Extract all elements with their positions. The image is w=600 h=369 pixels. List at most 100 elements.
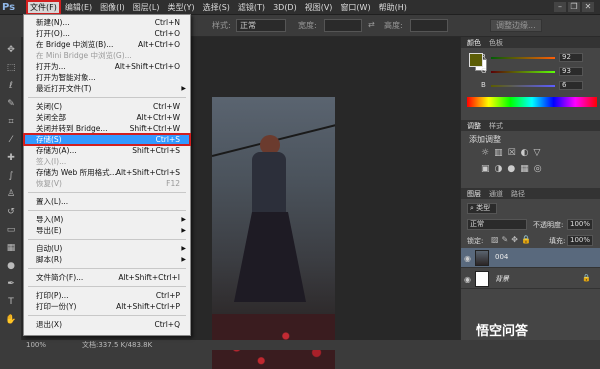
crop-tool-icon[interactable]: ⌗ [4,115,18,129]
file-menu-item[interactable]: 关闭全部 Alt+Ctrl+W [24,112,190,123]
adjustment-icons-row-1[interactable]: ☼▥☒◐▽ [481,148,545,158]
tab-adjustments[interactable]: 调整 [467,121,481,131]
red-value-field[interactable]: 92 [559,53,583,62]
menu-item[interactable]: 文件(F) [26,0,61,15]
menu-item-label: 最近打开文件(T) [36,84,92,93]
close-button[interactable]: ✕ [582,2,594,12]
file-menu-item[interactable]: 文件简介(F)... Alt+Shift+Ctrl+I [24,272,190,283]
menu-item-label: 自动(U) [36,244,63,253]
file-menu-item[interactable]: 存储(S) Ctrl+S [23,133,191,146]
submenu-arrow-icon: ▶ [181,245,186,252]
menu-separator [28,268,186,269]
menu-items: 文件(F) 编辑(E) 图像(I) 图层(L) 类型(Y) 选择(S) 滤镜(T) 3D(D)… [26,0,411,15]
layer-row-background[interactable]: ◉ 背景 🔒 [461,269,600,289]
style-label: 样式: [212,21,231,30]
move-tool-icon[interactable]: ✥ [4,43,18,57]
menu-item-shortcut: Ctrl+N [154,18,180,27]
quick-select-tool-icon[interactable]: ✎ [4,97,18,111]
file-menu-item[interactable]: 在 Bridge 中浏览(B)... Alt+Ctrl+O [24,39,190,50]
blue-channel-label: B [481,81,486,89]
file-menu-item[interactable]: 导入(M) ▶ [24,214,190,225]
file-menu-item[interactable]: 打印(P)... Ctrl+P [24,290,190,301]
file-menu-item[interactable]: 打开(O)... Ctrl+O [24,28,190,39]
menu-item[interactable]: 视图(V) [301,0,337,15]
lasso-tool-icon[interactable]: ℓ [4,79,18,93]
green-value-field[interactable]: 93 [559,67,583,76]
menu-item[interactable]: 帮助(H) [375,0,411,15]
menu-item[interactable]: 3D(D) [269,0,301,15]
menu-item[interactable]: 选择(S) [199,0,234,15]
blue-value-field[interactable]: 6 [559,81,583,90]
file-menu-item[interactable]: 存储为 Web 所用格式... Alt+Shift+Ctrl+S [24,167,190,178]
tab-paths[interactable]: 路径 [511,189,525,199]
height-label: 高度: [384,21,403,30]
stamp-tool-icon[interactable]: ♙ [4,187,18,201]
photoshop-logo: Ps [2,2,16,13]
adjustment-icons-row-2[interactable]: ▣◑●▦◎ [481,164,547,174]
submenu-arrow-icon: ▶ [181,227,186,234]
history-brush-tool-icon[interactable]: ↺ [4,205,18,219]
menu-item[interactable]: 编辑(E) [61,0,96,15]
file-menu-item[interactable]: 脚本(R) ▶ [24,254,190,265]
restore-button[interactable]: ❐ [568,2,580,12]
file-menu-item[interactable]: 存储为(A)... Shift+Ctrl+S [24,145,190,156]
file-menu-item[interactable]: 导出(E) ▶ [24,225,190,236]
layer-filter-select[interactable]: ⌕ 类型 [467,203,497,214]
watermark-text: 悟空问答 [476,324,529,339]
brush-tool-icon[interactable]: ∫ [4,169,18,183]
foreground-color-swatch[interactable] [469,53,483,67]
file-menu-item[interactable]: 打印一份(Y) Alt+Shift+Ctrl+P [24,301,190,312]
eraser-tool-icon[interactable]: ▭ [4,223,18,237]
menu-separator [28,239,186,240]
menu-bar: Ps 文件(F) 编辑(E) 图像(I) 图层(L) 类型(Y) 选择(S) 滤镜(T) 3D… [0,0,600,15]
add-adjustment-title: 添加调整 [469,135,501,144]
height-field[interactable] [410,19,448,32]
tab-styles[interactable]: 样式 [489,121,503,131]
file-menu-item[interactable]: 关闭并转到 Bridge... Shift+Ctrl+W [24,123,190,134]
tab-layers[interactable]: 图层 [467,189,481,199]
file-menu-item[interactable]: 最近打开文件(T) ▶ [24,83,190,94]
eye-icon[interactable]: ◉ [464,275,471,284]
tab-color[interactable]: 颜色 [467,38,481,48]
menu-item[interactable]: 窗口(W) [336,0,374,15]
healing-brush-tool-icon[interactable]: ✚ [4,151,18,165]
swap-icon[interactable]: ⇄ [368,20,375,29]
file-menu-item[interactable]: 打开为智能对象... [24,72,190,83]
opacity-field[interactable]: 100% [567,219,593,230]
menu-item-label: 文件简介(F)... [36,273,84,282]
file-menu-item[interactable]: 置入(L)... [24,196,190,207]
menu-item-label: 新建(N)... [36,18,70,27]
menu-item-label: 打开为智能对象... [36,73,96,82]
file-menu-item: 恢复(V) F12 [24,178,190,189]
fill-field[interactable]: 100% [567,235,593,246]
menu-item-shortcut: Ctrl+Q [154,320,180,329]
eyedropper-tool-icon[interactable]: ⁄ [4,133,18,147]
file-menu-item[interactable]: 新建(N)... Ctrl+N [24,17,190,28]
blur-tool-icon[interactable]: ● [4,259,18,273]
menu-item[interactable]: 图层(L) [129,0,164,15]
tab-swatches[interactable]: 色板 [489,38,503,48]
hand-tool-icon[interactable]: ✋ [4,313,18,327]
zoom-level[interactable]: 100% [26,340,46,350]
blend-mode-select[interactable]: 正常 [467,219,527,230]
file-menu-item[interactable]: 退出(X) Ctrl+Q [24,319,190,330]
eye-icon[interactable]: ◉ [464,254,471,263]
menu-item[interactable]: 滤镜(T) [234,0,269,15]
file-menu-item[interactable]: 自动(U) ▶ [24,243,190,254]
file-menu-item[interactable]: 关闭(C) Ctrl+W [24,101,190,112]
marquee-tool-icon[interactable]: ⬚ [4,61,18,75]
menu-item[interactable]: 图像(I) [96,0,129,15]
tab-channels[interactable]: 通道 [489,189,503,199]
width-field[interactable] [324,19,362,32]
pen-tool-icon[interactable]: ✒ [4,277,18,291]
gradient-tool-icon[interactable]: ▦ [4,241,18,255]
type-tool-icon[interactable]: T [4,295,18,309]
lock-icons[interactable]: ▨✎✥🔒 [491,235,534,244]
layer-row-004[interactable]: ◉ 004 [461,248,600,268]
menu-item[interactable]: 类型(Y) [163,0,198,15]
style-select[interactable]: 正常 [236,19,286,32]
minimize-button[interactable]: – [554,2,566,12]
color-spectrum-bar[interactable] [467,97,597,107]
refine-edge-button[interactable]: 调整边缘... [490,19,542,32]
file-menu-item[interactable]: 打开为... Alt+Shift+Ctrl+O [24,61,190,72]
